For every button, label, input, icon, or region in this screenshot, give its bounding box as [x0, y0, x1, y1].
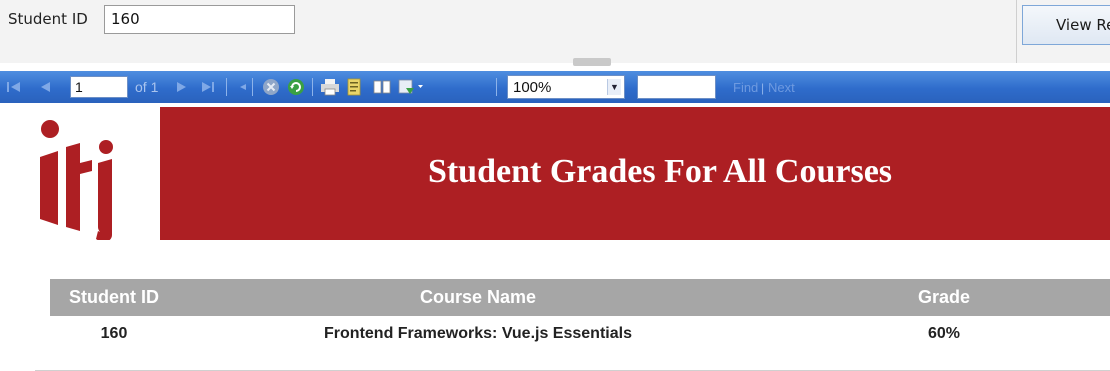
student-id-input[interactable]: 160 [104, 5, 295, 34]
toolbar-separator [252, 78, 253, 96]
cell-grade: 60% [927, 325, 961, 342]
back-arrow-icon [237, 81, 249, 93]
page-setup-button[interactable] [373, 71, 391, 103]
zoom-select[interactable]: 100% ▼ [507, 75, 625, 99]
find-next-link[interactable]: Next [768, 80, 795, 95]
find-link[interactable]: Find [733, 80, 758, 95]
table-header-row: Student ID Course Name Grade [50, 279, 1110, 316]
page-setup-icon [373, 79, 391, 95]
page-number-input[interactable]: 1 [70, 76, 128, 98]
report-toolbar: 1 of 1 100% ▼ Find | Next [0, 71, 1110, 103]
view-report-button[interactable]: View Re [1022, 5, 1110, 45]
report-title: Student Grades For All Courses [427, 153, 893, 190]
column-header-student-id: Student ID [69, 287, 159, 307]
table-row: 160 Frontend Frameworks: Vue.js Essentia… [50, 316, 1110, 350]
first-page-icon [6, 80, 22, 94]
toolbar-separator [496, 78, 497, 96]
column-header-grade: Grade [917, 287, 971, 307]
page-count-text: of 1 [135, 79, 159, 95]
print-layout-button[interactable] [346, 71, 362, 103]
splitter-grip[interactable] [573, 58, 611, 66]
last-page-button[interactable] [200, 71, 216, 103]
find-text-input[interactable] [637, 75, 716, 99]
export-button[interactable] [398, 71, 424, 103]
document-layout-icon [346, 78, 362, 96]
printer-icon [320, 78, 340, 96]
refresh-icon [287, 78, 305, 96]
column-header-course-name: Course Name [419, 287, 537, 307]
stop-icon [262, 78, 280, 96]
back-button[interactable] [237, 71, 249, 103]
toolbar-separator [226, 78, 227, 96]
student-id-label: Student ID [8, 10, 88, 28]
cell-student-id: 160 [100, 325, 128, 342]
stop-button[interactable] [262, 71, 280, 103]
cell-course-name: Frontend Frameworks: Vue.js Essentials [324, 325, 632, 342]
parameter-area: Student ID 160 View Re [0, 0, 1110, 66]
report-title-banner: Student Grades For All Courses [160, 107, 1110, 240]
previous-page-button[interactable] [38, 71, 52, 103]
next-page-button[interactable] [175, 71, 189, 103]
iti-logo [40, 120, 113, 242]
parameter-divider [1016, 0, 1017, 63]
last-page-icon [200, 80, 216, 94]
print-button[interactable] [320, 71, 340, 103]
refresh-button[interactable] [287, 71, 305, 103]
next-page-icon [175, 80, 189, 94]
zoom-value: 100% [513, 79, 552, 96]
export-icon [398, 78, 424, 96]
toolbar-separator [312, 78, 313, 96]
first-page-button[interactable] [6, 71, 22, 103]
previous-page-icon [38, 80, 52, 94]
find-next-separator: | [761, 81, 765, 95]
chevron-down-icon[interactable]: ▼ [607, 79, 621, 95]
iti-logo-area [0, 107, 160, 242]
